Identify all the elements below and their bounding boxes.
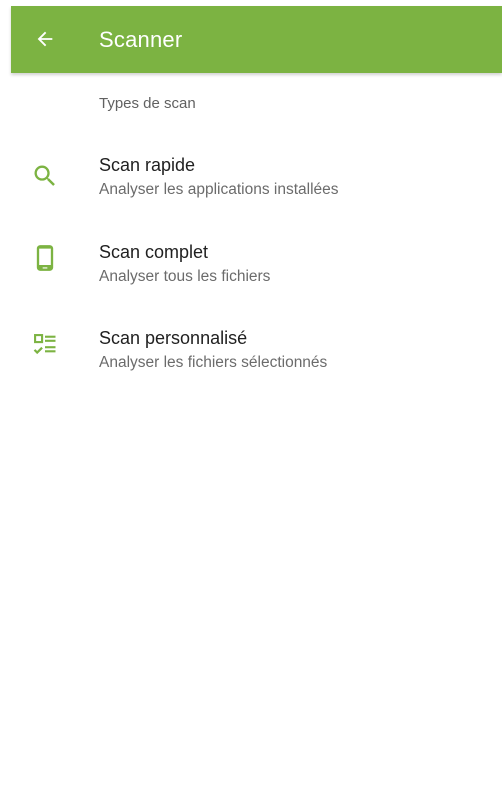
phone-icon	[31, 244, 59, 272]
scan-option-title: Scan complet	[99, 242, 209, 262]
app-window: Scanner Types de scan Scan rapide Analys…	[11, 6, 502, 787]
scan-option-subtitle: Analyser tous les fichiers	[99, 268, 271, 285]
search-icon	[31, 162, 59, 190]
checklist-icon	[31, 331, 59, 359]
screen: Scanner Types de scan Scan rapide Analys…	[0, 0, 502, 787]
back-button[interactable]	[29, 23, 61, 55]
scan-option-quick[interactable]: Scan rapide Analyser les applications in…	[11, 148, 502, 218]
scan-option-subtitle: Analyser les applications installées	[99, 181, 339, 198]
page-title: Scanner	[99, 27, 183, 52]
left-margin	[0, 0, 11, 787]
scan-option-title: Scan rapide	[99, 155, 196, 175]
scan-option-full[interactable]: Scan complet Analyser tous les fichiers	[11, 235, 502, 305]
arrow-left-icon	[37, 31, 53, 47]
scan-option-title: Scan personnalisé	[99, 328, 248, 348]
section-header: Types de scan	[99, 95, 196, 112]
toolbar: Scanner	[11, 6, 502, 73]
scan-option-subtitle: Analyser les fichiers sélectionnés	[99, 354, 328, 371]
scan-option-custom[interactable]: Scan personnalisé Analyser les fichiers …	[11, 321, 502, 391]
